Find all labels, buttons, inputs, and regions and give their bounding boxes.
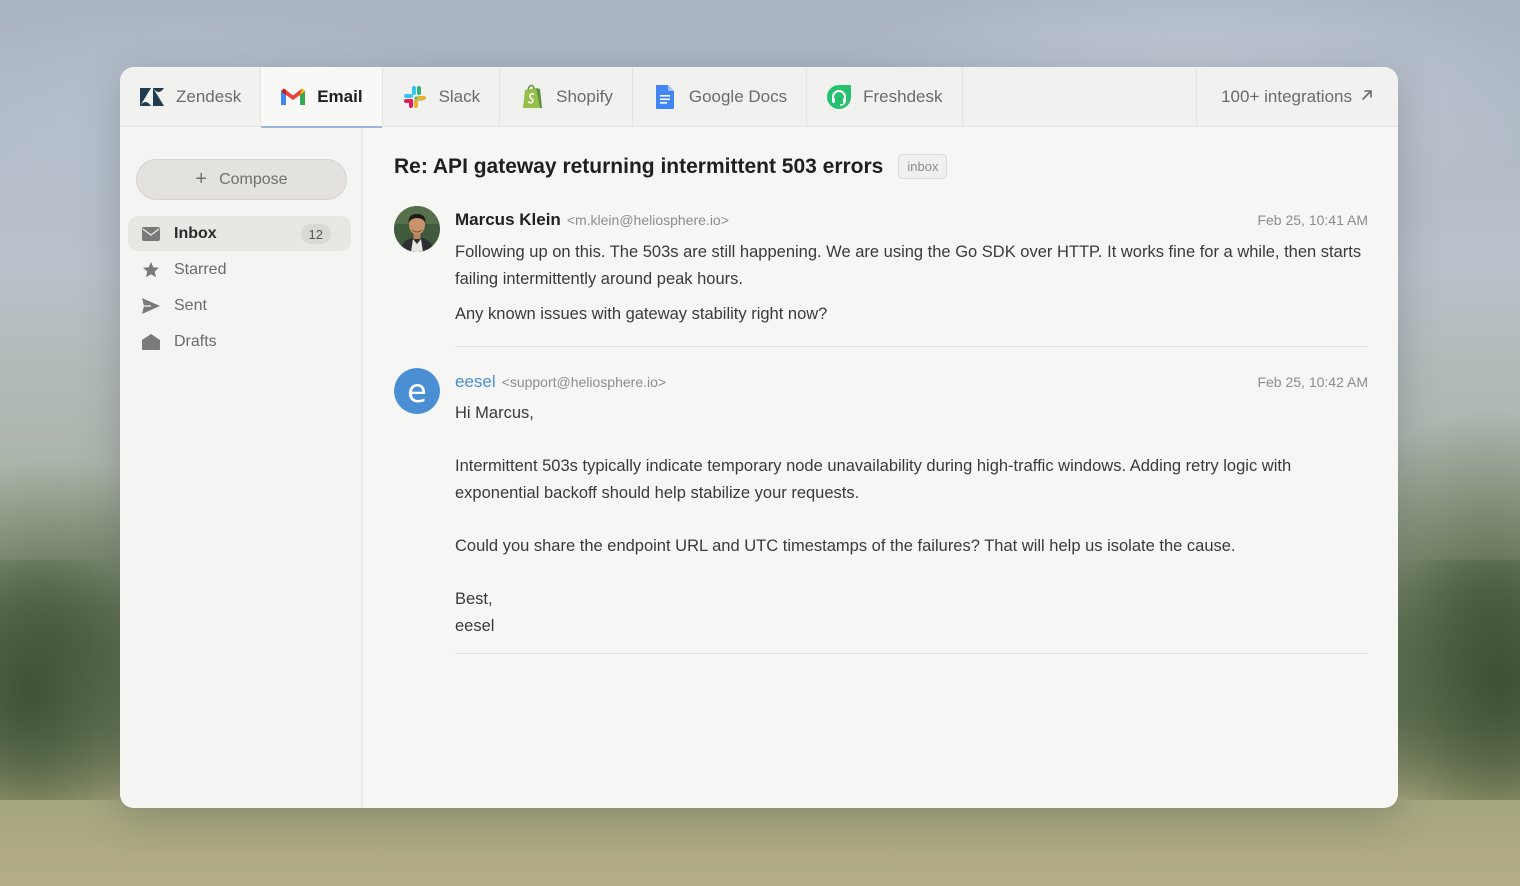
sidebar-item-drafts[interactable]: Drafts: [128, 324, 351, 359]
message-paragraph: Intermittent 503s typically indicate tem…: [455, 457, 1292, 502]
message-body: Hi Marcus, Intermittent 503s typically i…: [455, 400, 1368, 640]
sidebar-item-label: Sent: [174, 296, 207, 314]
app-window: Zendesk Email Slack Shopify Google Docs …: [120, 67, 1398, 808]
tab-shopify[interactable]: Shopify: [500, 67, 633, 127]
sidebar-item-label: Drafts: [174, 332, 217, 350]
background-field: [0, 800, 1520, 886]
drafts-icon: [142, 333, 160, 351]
freshdesk-icon: [826, 84, 852, 110]
shopify-icon: [519, 84, 545, 110]
mail-icon: [142, 225, 160, 243]
plus-icon: +: [195, 167, 208, 190]
zendesk-icon: [139, 84, 165, 110]
tab-zendesk[interactable]: Zendesk: [120, 67, 262, 127]
tab-label: Google Docs: [688, 87, 788, 106]
integrations-label: 100+ integrations: [1221, 87, 1352, 106]
sender-name[interactable]: eesel: [455, 372, 496, 392]
avatar: [394, 206, 440, 252]
tab-label: Freshdesk: [863, 87, 943, 106]
slack-icon: [402, 84, 428, 110]
mailbox-nav: Inbox 12 Starred Sent Drafts: [128, 216, 351, 360]
tab-label: Shopify: [556, 87, 613, 106]
gmail-icon: [280, 84, 306, 110]
tab-label: Slack: [438, 87, 481, 106]
email-thread: Re: API gateway returning intermittent 5…: [364, 128, 1398, 808]
message-agent-reply: e eesel <support@heliosphere.io> Feb 25,…: [394, 368, 1368, 658]
mail-sidebar: + Compose Inbox 12 Starred Sent Drafts: [120, 128, 363, 808]
compose-label: Compose: [219, 170, 288, 188]
message-paragraph: Following up on this. The 503s are still…: [455, 243, 1362, 288]
sidebar-item-label: Starred: [174, 260, 227, 278]
google-docs-icon: [652, 84, 678, 110]
integration-tab-bar: Zendesk Email Slack Shopify Google Docs …: [120, 67, 1398, 128]
sender-name[interactable]: Marcus Klein: [455, 210, 561, 230]
message-paragraph: Hi Marcus,: [455, 404, 534, 422]
sidebar-item-sent[interactable]: Sent: [128, 288, 351, 323]
sidebar-item-label: Inbox: [174, 224, 217, 242]
message-timestamp: Feb 25, 10:42 AM: [1257, 374, 1368, 390]
message-header: Marcus Klein <m.klein@heliosphere.io> Fe…: [455, 210, 1368, 232]
thread-header: Re: API gateway returning intermittent 5…: [394, 154, 948, 179]
avatar: e: [394, 368, 440, 414]
message-timestamp: Feb 25, 10:41 AM: [1257, 212, 1368, 228]
tab-label: Zendesk: [176, 87, 242, 106]
message-customer: Marcus Klein <m.klein@heliosphere.io> Fe…: [394, 206, 1368, 348]
message-paragraph: Could you share the endpoint URL and UTC…: [455, 537, 1236, 555]
arrow-up-right-icon: [1360, 87, 1374, 107]
message-header: eesel <support@heliosphere.io> Feb 25, 1…: [455, 372, 1368, 394]
tab-google-docs[interactable]: Google Docs: [633, 67, 808, 127]
svg-text:e: e: [407, 372, 427, 410]
tab-bar-spacer: [963, 67, 1197, 126]
message-paragraph: Best,: [455, 590, 493, 608]
tab-label: Email: [317, 87, 363, 106]
message-divider: [455, 653, 1368, 654]
integrations-link[interactable]: 100+ integrations: [1196, 67, 1398, 127]
sender-email: <m.klein@heliosphere.io>: [566, 212, 729, 228]
tab-email[interactable]: Email: [261, 67, 383, 128]
compose-button[interactable]: + Compose: [136, 159, 347, 200]
sidebar-item-starred[interactable]: Starred: [128, 252, 351, 287]
sidebar-item-inbox[interactable]: Inbox 12: [128, 216, 351, 251]
message-divider: [455, 346, 1368, 347]
message-body: Following up on this. The 503s are still…: [455, 239, 1368, 328]
star-icon: [142, 261, 160, 279]
unread-count-badge: 12: [300, 224, 331, 244]
send-icon: [142, 297, 160, 315]
sender-email: <support@heliosphere.io>: [501, 374, 667, 390]
message-paragraph: Any known issues with gateway stability …: [455, 305, 828, 323]
message-paragraph: eesel: [455, 617, 495, 635]
tab-slack[interactable]: Slack: [383, 67, 501, 127]
mailbox-label-chip[interactable]: inbox: [898, 154, 948, 179]
tab-freshdesk[interactable]: Freshdesk: [807, 67, 963, 127]
thread-subject: Re: API gateway returning intermittent 5…: [394, 154, 884, 178]
